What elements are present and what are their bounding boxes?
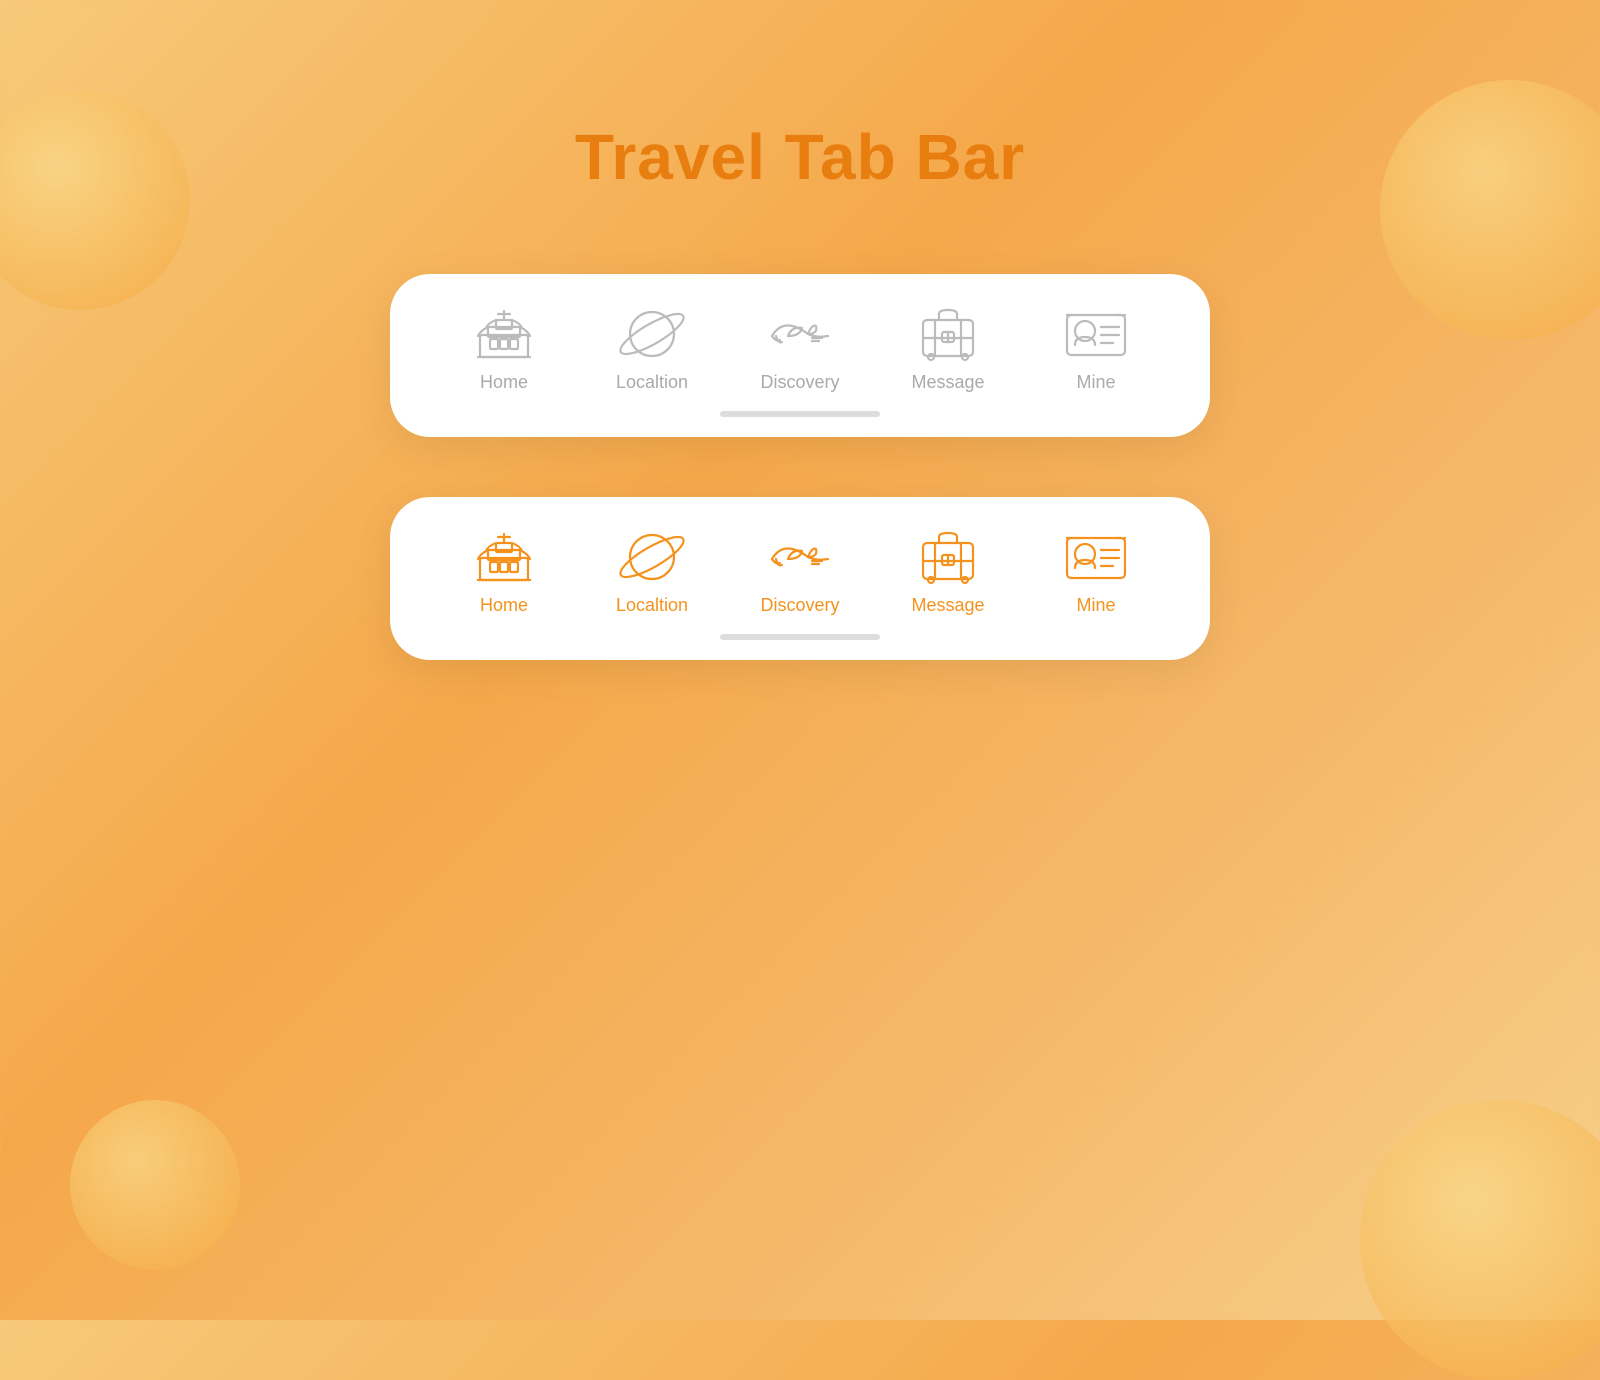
tab-item-home-inactive[interactable]: Home bbox=[454, 304, 554, 393]
tab-item-mine-inactive[interactable]: Mine bbox=[1046, 304, 1146, 393]
profile-icon-active bbox=[1061, 527, 1131, 587]
active-tab-bar: Home Localtion bbox=[390, 497, 1210, 660]
tab-label-location-inactive: Localtion bbox=[616, 372, 688, 393]
active-tab-items: Home Localtion bbox=[430, 527, 1170, 616]
tab-label-discovery-active: Discovery bbox=[760, 595, 839, 616]
tab-label-mine-active: Mine bbox=[1076, 595, 1115, 616]
tab-bars-wrapper: Home Localtion bbox=[0, 274, 1600, 660]
tab-item-message-active[interactable]: Message bbox=[898, 527, 998, 616]
tab-indicator-active bbox=[720, 634, 880, 640]
airplane-icon-inactive bbox=[765, 304, 835, 364]
profile-icon-inactive bbox=[1061, 304, 1131, 364]
tab-item-location-inactive[interactable]: Localtion bbox=[602, 304, 702, 393]
tab-label-discovery-inactive: Discovery bbox=[760, 372, 839, 393]
temple-icon bbox=[469, 304, 539, 364]
planet-icon-inactive bbox=[617, 304, 687, 364]
luggage-icon-active bbox=[913, 527, 983, 587]
tab-item-discovery-inactive[interactable]: Discovery bbox=[750, 304, 850, 393]
tab-indicator-inactive bbox=[720, 411, 880, 417]
airplane-icon-active bbox=[765, 527, 835, 587]
temple-icon-active bbox=[469, 527, 539, 587]
tab-label-home-inactive: Home bbox=[480, 372, 528, 393]
tab-label-location-active: Localtion bbox=[616, 595, 688, 616]
tab-label-home-active: Home bbox=[480, 595, 528, 616]
luggage-icon-inactive bbox=[913, 304, 983, 364]
tab-label-mine-inactive: Mine bbox=[1076, 372, 1115, 393]
decorative-circle-bottomright bbox=[1360, 1100, 1600, 1380]
tab-item-discovery-active[interactable]: Discovery bbox=[750, 527, 850, 616]
tab-item-location-active[interactable]: Localtion bbox=[602, 527, 702, 616]
tab-item-home-active[interactable]: Home bbox=[454, 527, 554, 616]
inactive-tab-items: Home Localtion bbox=[430, 304, 1170, 393]
inactive-tab-bar: Home Localtion bbox=[390, 274, 1210, 437]
tab-item-mine-active[interactable]: Mine bbox=[1046, 527, 1146, 616]
page-title: Travel Tab Bar bbox=[0, 120, 1600, 194]
tab-label-message-active: Message bbox=[911, 595, 984, 616]
tab-item-message-inactive[interactable]: Message bbox=[898, 304, 998, 393]
tab-label-message-inactive: Message bbox=[911, 372, 984, 393]
decorative-circle-bottomleft bbox=[70, 1100, 240, 1270]
planet-icon-active bbox=[617, 527, 687, 587]
